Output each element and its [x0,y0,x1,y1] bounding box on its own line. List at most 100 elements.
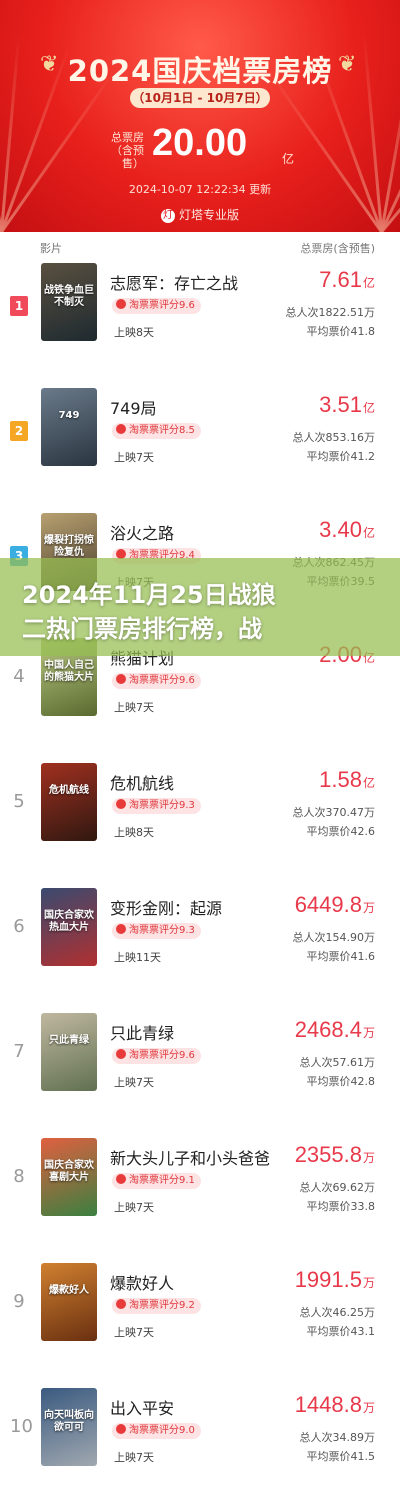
overlay-title: 2024年11月25日战狼 二热门票房排行榜，战 [22,578,382,646]
box-office-value: 3.40亿 [319,517,375,543]
movie-poster[interactable]: 向天叫板向欲可可 [41,1388,97,1466]
movie-row[interactable]: 10 向天叫板向欲可可 出入平安 淘票票评分9.0 上映7天 1448.8万 总人次34.8… [0,1387,400,1511]
movie-poster[interactable]: 国庆合家欢喜剧大片 [41,1138,97,1216]
rank-badge: 5 [13,791,25,812]
total-box-unit: 亿 [282,152,295,166]
column-box-office: 总票房(含预售) [300,242,375,255]
rank-badge: 8 [13,1166,25,1187]
column-film: 影片 [40,242,62,255]
box-office-unit: 万 [362,1151,375,1165]
total-admissions: 总人次154.90万 [292,931,376,944]
box-office-value: 2355.8万 [295,1142,375,1168]
total-box-value: 20.00 [152,122,248,164]
release-days: 上映11天 [114,951,161,964]
poster-text: 749 [58,410,80,421]
release-days: 上映7天 [114,1201,154,1214]
rank-badge: 7 [13,1041,25,1062]
box-office-number: 3.51 [319,392,362,417]
score-badge: 淘票票评分9.0 [112,1423,201,1439]
box-office-unit: 亿 [362,526,375,540]
taopiaopiao-icon [116,924,126,934]
article-title-overlay: 2024年11月25日战狼 二热门票房排行榜，战 [0,558,400,656]
date-range: （10月1日 - 10月7日） [130,88,270,108]
poster-text: 爆裂打拐惊险复仇 [44,535,94,558]
release-days: 上映7天 [114,451,154,464]
box-office-number: 1.58 [319,767,362,792]
overlay-title-line1: 2024年11月25日战狼 [22,581,276,609]
lighthouse-logo-icon: 灯 [160,208,175,223]
release-days: 上映8天 [114,326,154,339]
movie-row[interactable]: 2 749 749局 淘票票评分8.5 上映7天 3.51亿 总人次853.16万 平均票价4… [0,387,400,511]
movie-title[interactable]: 志愿军：存亡之战 [110,270,238,294]
box-office-number: 2468.4 [294,1017,362,1042]
movie-title[interactable]: 危机航线 [110,770,174,794]
box-office-unit: 万 [362,901,375,915]
box-office-value: 6449.8万 [295,892,375,918]
brand-label: 灯灯塔专业版 [0,206,400,223]
score-text: 淘票票评分8.5 [129,425,195,436]
update-timestamp: 2024-10-07 12:22:34 更新 [128,183,272,196]
box-office-unit: 亿 [362,276,375,290]
movie-poster[interactable]: 749 [41,388,97,466]
box-office-value: 1.58亿 [319,767,375,793]
movie-row[interactable]: 7 只此青绿 只此青绿 淘票票评分9.6 上映7天 2468.4万 总人次57.61万 平均票… [0,1012,400,1136]
taopiaopiao-icon [116,1049,126,1059]
banner-title: 2024国庆档票房榜 [67,54,333,88]
movie-row[interactable]: 5 危机航线 危机航线 淘票票评分9.3 上映8天 1.58亿 总人次370.47万 平均票价… [0,762,400,886]
score-badge: 淘票票评分9.1 [112,1173,201,1189]
score-text: 淘票票评分9.1 [129,1175,195,1186]
brand-name: 灯塔专业版 [178,208,239,222]
taopiaopiao-icon [116,424,126,434]
box-office-number: 1448.8 [294,1392,362,1417]
total-admissions: 总人次46.25万 [299,1306,376,1319]
movie-row[interactable]: 1 战铁争血巨不制灭 志愿军：存亡之战 淘票票评分9.6 上映8天 7.61亿 总人次182… [0,262,400,386]
movie-poster[interactable]: 爆款好人 [41,1263,97,1341]
score-text: 淘票票评分9.0 [129,1425,195,1436]
movie-poster[interactable]: 战铁争血巨不制灭 [41,263,97,341]
release-days: 上映7天 [114,1326,154,1339]
movie-poster[interactable]: 只此青绿 [41,1013,97,1091]
movie-title[interactable]: 出入平安 [110,1395,174,1419]
score-badge: 淘票票评分9.3 [112,798,201,814]
total-admissions: 总人次853.16万 [292,431,376,444]
rank-badge: 9 [13,1291,25,1312]
box-office-value: 1448.8万 [295,1392,375,1418]
box-office-number: 2355.8 [294,1142,362,1167]
movie-title[interactable]: 749局 [110,395,157,419]
box-office-number: 1991.5 [294,1267,362,1292]
total-admissions: 总人次69.62万 [299,1181,376,1194]
movie-row[interactable]: 9 爆款好人 爆款好人 淘票票评分9.2 上映7天 1991.5万 总人次46.25万 平均票… [0,1262,400,1386]
movie-row[interactable]: 6 国庆合家欢热血大片 变形金刚：起源 淘票票评分9.3 上映11天 6449.8万 总人次… [0,887,400,1011]
score-badge: 淘票票评分9.6 [112,673,201,689]
score-badge: 淘票票评分9.2 [112,1298,201,1314]
poster-text: 战铁争血巨不制灭 [44,285,94,308]
box-office-number: 6449.8 [294,892,362,917]
box-office-unit: 亿 [362,776,375,790]
box-office-value: 2468.4万 [295,1017,375,1043]
release-days: 上映7天 [114,1076,154,1089]
average-price: 平均票价42.8 [306,1075,376,1088]
movie-title[interactable]: 浴火之路 [110,520,174,544]
poster-text: 向天叫板向欲可可 [44,1410,94,1433]
average-price: 平均票价42.6 [306,825,376,838]
score-text: 淘票票评分9.6 [129,675,195,686]
movie-title[interactable]: 新大头儿子和小头爸爸 [110,1145,270,1169]
total-admissions: 总人次370.47万 [292,806,376,819]
score-text: 淘票票评分9.3 [129,925,195,936]
box-office-number: 7.61 [319,267,362,292]
movie-title[interactable]: 爆款好人 [110,1270,174,1294]
movie-title[interactable]: 只此青绿 [110,1020,174,1044]
box-office-unit: 万 [362,1276,375,1290]
movie-title[interactable]: 变形金刚：起源 [110,895,222,919]
movie-poster[interactable]: 国庆合家欢热血大片 [41,888,97,966]
poster-text: 国庆合家欢热血大片 [44,910,94,933]
movie-row[interactable]: 8 国庆合家欢喜剧大片 新大头儿子和小头爸爸淘票票评分9.1 上映7天 2355.8万总… [0,1137,400,1261]
score-badge: 淘票票评分9.6 [112,298,201,314]
score-badge: 淘票票评分9.6 [112,1048,201,1064]
box-office-value: 1991.5万 [295,1267,375,1293]
taopiaopiao-icon [116,1424,126,1434]
rank-badge: 2 [10,421,28,441]
taopiaopiao-icon [116,674,126,684]
average-price: 平均票价41.5 [306,1450,376,1463]
movie-poster[interactable]: 危机航线 [41,763,97,841]
